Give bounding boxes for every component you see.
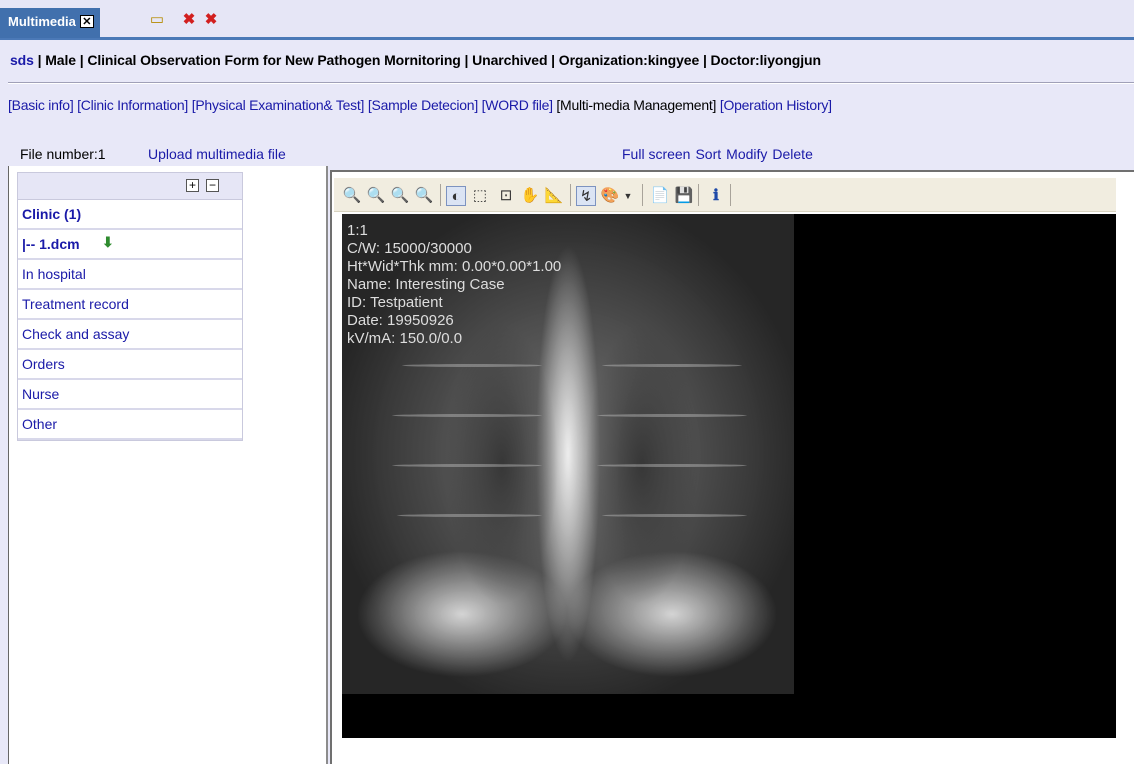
patient-info: sds | Male | Clinical Observation Form f… — [10, 52, 821, 68]
dicom-canvas[interactable]: 1:1 C/W: 15000/30000 Ht*Wid*Thk mm: 0.00… — [342, 214, 1116, 738]
palette-dropdown-icon[interactable]: ▼ — [622, 186, 634, 206]
overlay-kv-ma: kV/mA: 150.0/0.0 — [347, 330, 463, 347]
tab-close-icon[interactable]: ✕ — [79, 15, 94, 28]
color-palette-icon[interactable]: 🎨 — [600, 186, 620, 206]
overlay-dimensions: Ht*Wid*Thk mm: 0.00*0.00*1.00 — [347, 258, 562, 275]
rib-shadow — [402, 364, 542, 367]
nav-basic-info[interactable]: [Basic info] — [8, 97, 74, 113]
toolbar-separator — [440, 184, 441, 206]
tree-item-nurse[interactable]: Nurse — [18, 380, 242, 410]
tree-item-label: Clinic (1) — [22, 206, 82, 222]
rotate-icon[interactable]: ↯ — [576, 186, 596, 206]
toolbar-separator — [698, 184, 699, 206]
tab-strip: Multimedia ✕ ▭ ✖ ✖ — [0, 0, 1134, 40]
pan-hand-icon[interactable]: ✋ — [520, 186, 540, 206]
download-icon[interactable]: ⬇ — [102, 234, 118, 250]
nav-multimedia-management: [Multi-media Management] — [556, 97, 717, 113]
rib-shadow — [392, 464, 542, 467]
tree-item-check-and-assay[interactable]: Check and assay — [18, 320, 242, 350]
viewer-toolbar: 🔍 🔍 🔍 🔍 ◐ ⬚ ⊡ ✋ 📐 ↯ 🎨 ▼ 📄 💾 ℹ — [334, 178, 1116, 212]
toolbar-separator — [570, 184, 571, 206]
file-count: File number:1 — [20, 146, 106, 162]
new-tab-icon[interactable]: ▭ — [148, 11, 166, 29]
tree-item-label: Treatment record — [22, 296, 129, 312]
collapse-all-icon[interactable]: − — [206, 179, 219, 192]
expand-all-icon[interactable]: + — [186, 179, 199, 192]
dicom-viewer: 🔍 🔍 🔍 🔍 ◐ ⬚ ⊡ ✋ 📐 ↯ 🎨 ▼ 📄 💾 ℹ 1:1 C/W: 1… — [330, 170, 1134, 764]
tree-header: + − — [18, 173, 242, 200]
record-nav: [Basic info] [Clinic Information] [Physi… — [8, 97, 832, 113]
toolbar-separator — [730, 184, 731, 206]
nav-clinic-information[interactable]: [Clinic Information] — [77, 97, 188, 113]
close-others-icon[interactable]: ✖ — [180, 11, 198, 29]
info-icon[interactable]: ℹ — [706, 186, 726, 206]
tree-item-in-hospital[interactable]: In hospital — [18, 260, 242, 290]
tree-item-label: Nurse — [22, 386, 60, 402]
magnifier-icon[interactable]: ⊡ — [496, 186, 516, 206]
tree-item-file[interactable]: |-- 1.dcm ⬇ — [18, 230, 242, 260]
tree-item-orders[interactable]: Orders — [18, 350, 242, 380]
tree-item-label: Check and assay — [22, 326, 130, 342]
file-tree-panel: + − Clinic (1) |-- 1.dcm ⬇ In hospital Tr… — [8, 166, 328, 764]
tree-item-label: In hospital — [22, 266, 86, 282]
patient-details: | Male | Clinical Observation Form for N… — [33, 52, 821, 68]
roi-icon[interactable]: ⬚ — [470, 186, 490, 206]
rib-shadow — [602, 514, 747, 517]
overlay-date: Date: 19950926 — [347, 312, 454, 329]
measure-icon[interactable]: 📐 — [544, 186, 564, 206]
rib-shadow — [597, 464, 747, 467]
nav-physical-examination[interactable]: [Physical Examination& Test] — [192, 97, 365, 113]
zoom-fit-icon[interactable]: 🔍 — [390, 186, 410, 206]
overlay-window: C/W: 15000/30000 — [347, 240, 472, 257]
nav-word-file[interactable]: [WORD file] — [482, 97, 553, 113]
image-actions: Full screen Sort Modify Delete — [622, 146, 813, 162]
tree-item-label: Other — [22, 416, 58, 432]
zoom-actual-icon[interactable]: 🔍 — [414, 186, 434, 206]
rib-shadow — [597, 414, 747, 417]
full-screen-link[interactable]: Full screen — [622, 146, 690, 162]
tree-item-treatment-record[interactable]: Treatment record — [18, 290, 242, 320]
tab-label: Multimedia — [8, 14, 76, 29]
close-all-icon[interactable]: ✖ — [202, 11, 220, 29]
toolbar-separator — [642, 184, 643, 206]
tab-multimedia[interactable]: Multimedia ✕ — [0, 8, 100, 38]
upload-multimedia-link[interactable]: Upload multimedia file — [148, 146, 286, 162]
dicom-overlay: 1:1 C/W: 15000/30000 Ht*Wid*Thk mm: 0.00… — [347, 222, 561, 348]
file-tree: + − Clinic (1) |-- 1.dcm ⬇ In hospital Tr… — [17, 172, 243, 441]
tree-item-label: Orders — [22, 356, 65, 372]
tree-item-label: |-- 1.dcm — [22, 236, 80, 252]
delete-link[interactable]: Delete — [772, 146, 812, 162]
rib-shadow — [392, 414, 542, 417]
tree-item-clinic[interactable]: Clinic (1) — [18, 200, 242, 230]
export-icon[interactable]: 📄 — [650, 186, 670, 206]
nav-operation-history[interactable]: [Operation History] — [720, 97, 832, 113]
rib-shadow — [397, 514, 542, 517]
modify-link[interactable]: Modify — [726, 146, 767, 162]
overlay-patient-name: Name: Interesting Case — [347, 276, 505, 293]
overlay-zoom: 1:1 — [347, 222, 368, 239]
nav-sample-detection[interactable]: [Sample Detecion] — [368, 97, 478, 113]
sort-link[interactable]: Sort — [695, 146, 721, 162]
divider — [8, 82, 1134, 84]
overlay-patient-id: ID: Testpatient — [347, 294, 443, 311]
tree-item-other[interactable]: Other — [18, 410, 242, 440]
save-icon[interactable]: 💾 — [674, 186, 694, 206]
rib-shadow — [602, 364, 742, 367]
zoom-out-icon[interactable]: 🔍 — [366, 186, 386, 206]
zoom-in-icon[interactable]: 🔍 — [342, 186, 362, 206]
window-level-icon[interactable]: ◐ — [446, 186, 466, 206]
patient-name-link[interactable]: sds — [10, 52, 34, 68]
